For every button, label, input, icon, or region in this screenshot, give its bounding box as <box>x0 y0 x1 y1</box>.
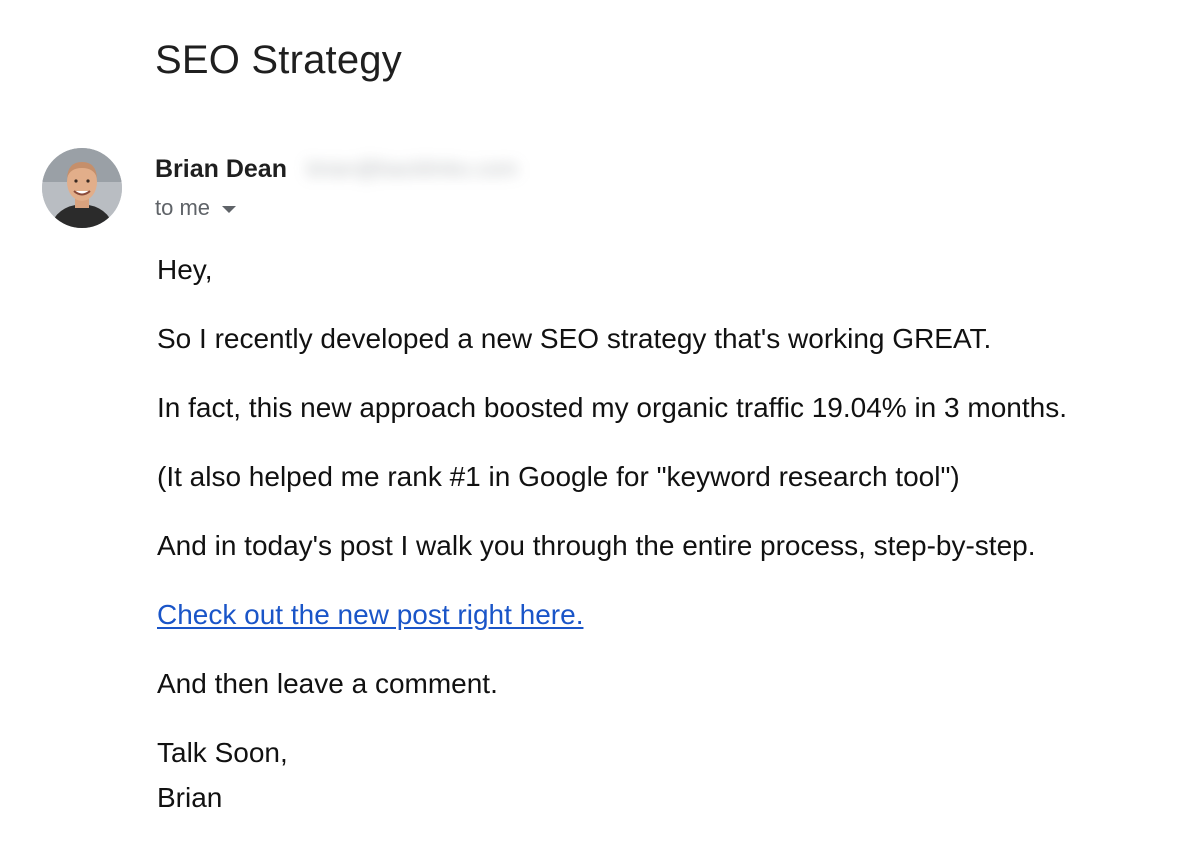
signature: Brian <box>157 782 223 813</box>
sender-avatar[interactable] <box>42 148 122 228</box>
body-line-5: And then leave a comment. <box>157 668 498 699</box>
sender-row: Brian Dean brian@backlinko.com <box>155 152 518 186</box>
sender-name[interactable]: Brian Dean <box>155 155 287 184</box>
recipient-label: to me <box>155 195 211 220</box>
body-line-3: (It also helped me rank #1 in Google for… <box>157 461 960 492</box>
sender-email-obscured: brian@backlinko.com <box>306 156 518 181</box>
post-link[interactable]: Check out the new post right here. <box>157 599 583 630</box>
caret-down-icon[interactable] <box>222 205 237 213</box>
body-line-4: And in today's post I walk you through t… <box>157 530 1036 561</box>
signoff: Talk Soon, <box>157 737 288 768</box>
body-line-1: So I recently developed a new SEO strate… <box>157 323 992 354</box>
body-greeting: Hey, <box>157 254 213 285</box>
email-subject: SEO Strategy <box>155 38 402 82</box>
body-line-2: In fact, this new approach boosted my or… <box>157 392 1067 423</box>
recipient-details-toggle[interactable]: to me <box>155 194 237 222</box>
avatar-photo <box>42 148 122 228</box>
